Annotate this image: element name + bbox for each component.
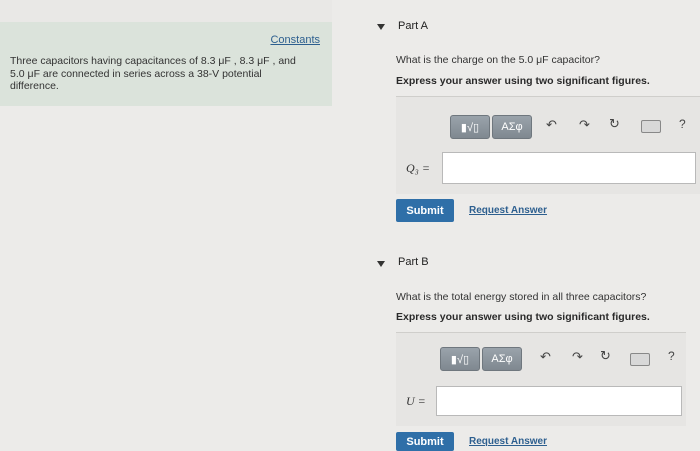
part-a-question: What is the charge on the 5.0 μF capacit…	[396, 54, 600, 66]
help-icon[interactable]: ?	[679, 117, 686, 131]
templates-button[interactable]: ▮√▯	[450, 115, 490, 139]
keyboard-icon[interactable]	[641, 120, 661, 133]
constants-link[interactable]: Constants	[270, 34, 320, 46]
redo-icon[interactable]: ↷	[572, 349, 583, 365]
keyboard-icon[interactable]	[630, 353, 650, 366]
part-b-title[interactable]: Part B	[398, 256, 429, 268]
templates-button[interactable]: ▮√▯	[440, 347, 480, 371]
greek-symbols-label: ΑΣφ	[501, 121, 523, 133]
help-icon[interactable]: ?	[668, 349, 675, 363]
problem-line-2: 5.0 μF are connected in series across a …	[10, 67, 262, 80]
greek-symbols-button[interactable]: ΑΣφ	[482, 347, 522, 371]
redo-icon[interactable]: ↷	[579, 117, 590, 133]
problem-panel: Constants Three capacitors having capaci…	[0, 22, 332, 451]
part-b-request-answer-link[interactable]: Request Answer	[469, 436, 547, 447]
problem-line-1: Three capacitors having capacitances of …	[10, 55, 296, 67]
part-b-collapse-icon[interactable]	[377, 261, 385, 267]
part-a-answer-input[interactable]	[442, 152, 696, 184]
part-b-answer-box: ▮√▯ ΑΣφ ↶ ↷ ↻ ? U =	[396, 332, 686, 426]
templates-icon: ▮√▯	[460, 121, 480, 134]
greek-symbols-button[interactable]: ΑΣφ	[492, 115, 532, 139]
reset-icon[interactable]: ↻	[609, 116, 620, 132]
part-a-request-answer-link[interactable]: Request Answer	[469, 205, 547, 216]
greek-symbols-label: ΑΣφ	[491, 353, 513, 365]
part-b-question: What is the total energy stored in all t…	[396, 291, 647, 303]
part-a-title[interactable]: Part A	[398, 20, 428, 32]
problem-statement: Three capacitors having capacitances of …	[10, 55, 322, 93]
undo-icon[interactable]: ↶	[546, 117, 557, 133]
reset-icon[interactable]: ↻	[600, 348, 611, 364]
part-b-answer-input[interactable]	[436, 386, 682, 416]
undo-icon[interactable]: ↶	[540, 349, 551, 365]
part-b-instruction: Express your answer using two significan…	[396, 311, 650, 323]
templates-icon: ▮√▯	[450, 353, 470, 366]
part-b-submit-button[interactable]: Submit	[396, 432, 454, 451]
part-a-collapse-icon[interactable]	[377, 24, 385, 30]
part-a-variable-label: Q₃ =	[406, 161, 430, 175]
part-a-instruction: Express your answer using two significan…	[396, 75, 650, 87]
problem-line-3: difference.	[10, 80, 59, 92]
part-b-variable-label: U =	[406, 394, 426, 408]
part-a-submit-button[interactable]: Submit	[396, 199, 454, 222]
problem-intro: Constants Three capacitors having capaci…	[0, 22, 332, 106]
parts-panel: Part A What is the charge on the 5.0 μF …	[332, 0, 700, 451]
part-a-answer-box: ▮√▯ ΑΣφ ↶ ↷ ↻ ? Q₃ =	[396, 96, 700, 194]
